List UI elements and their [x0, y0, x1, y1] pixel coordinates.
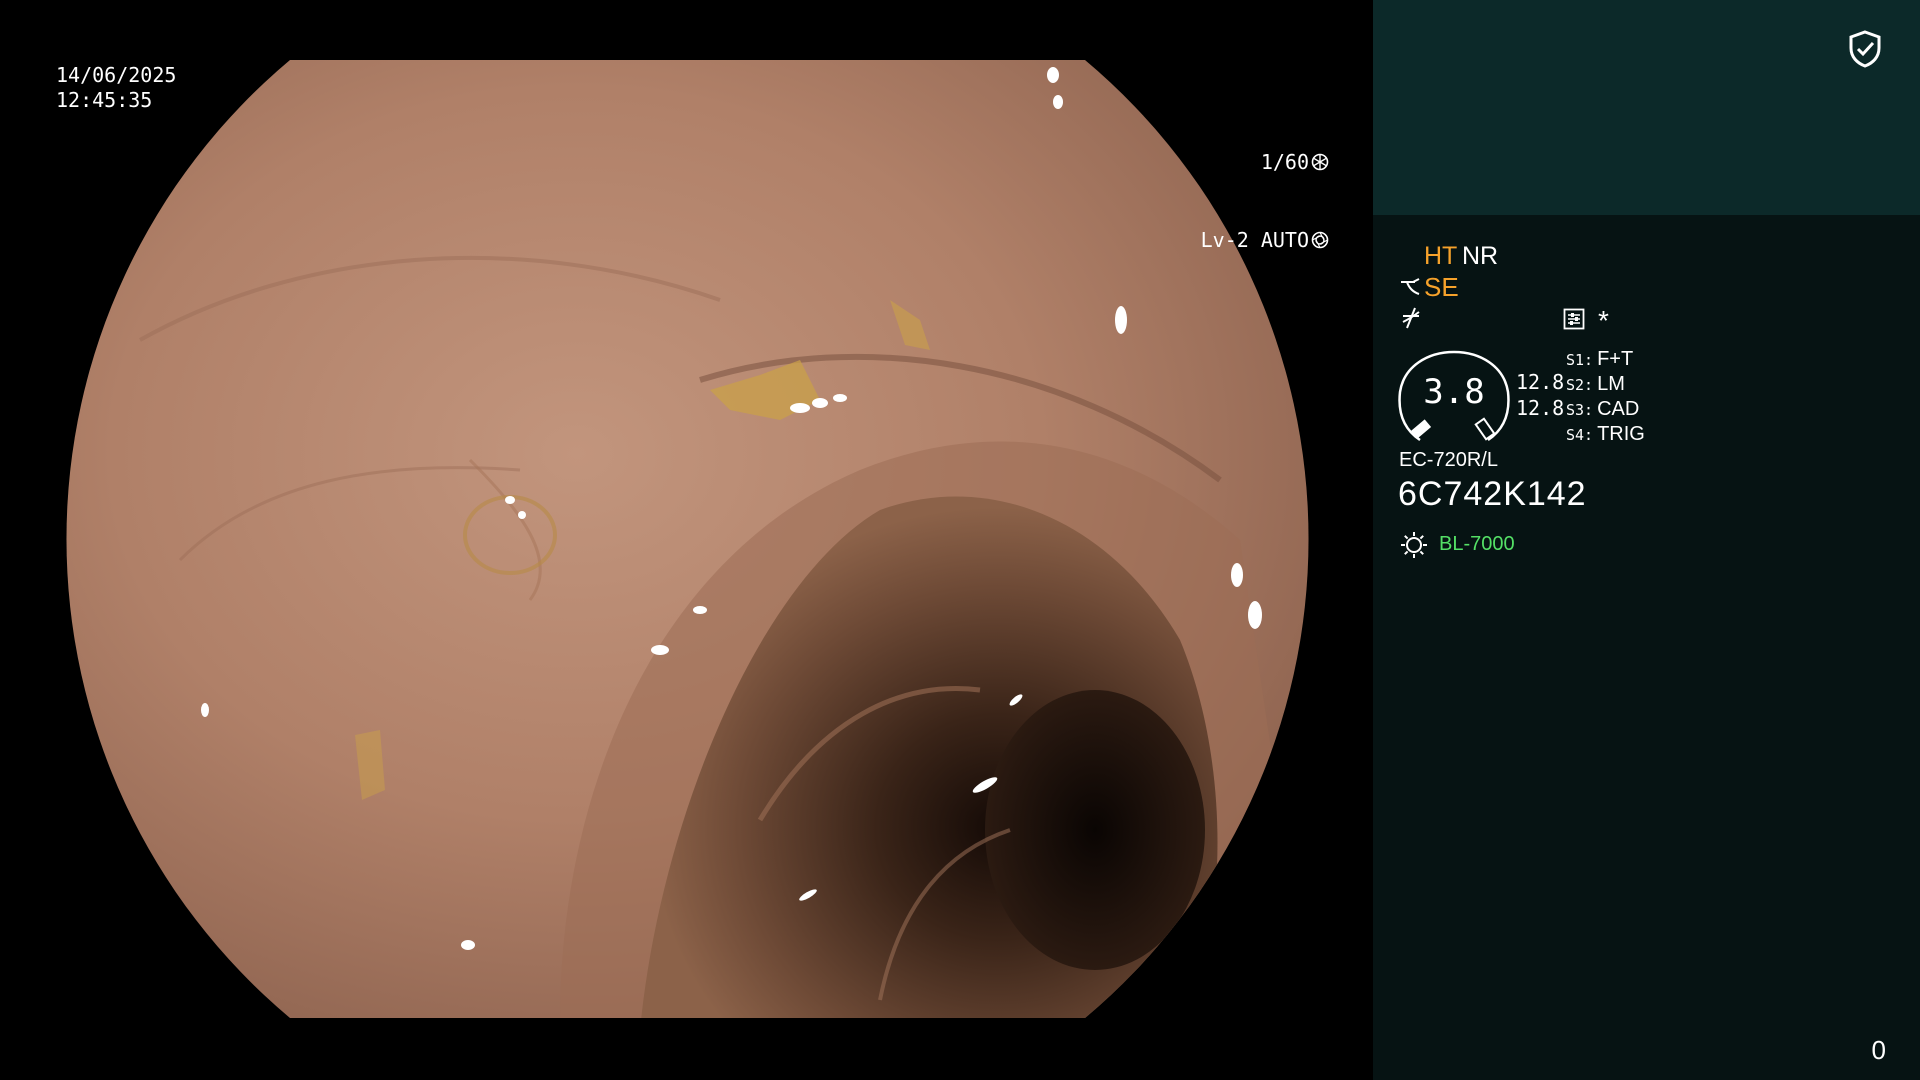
switch-value: TRIG	[1597, 423, 1645, 445]
switch-row-s4: S4: TRIG	[1566, 423, 1645, 448]
scope-serial: 6C742K142	[1398, 475, 1587, 513]
switch-row-s3: S3: CAD	[1566, 398, 1645, 423]
ht-label: HT	[1424, 242, 1458, 270]
aperture-icon	[1311, 153, 1329, 171]
se-label: SE	[1424, 272, 1459, 302]
switch-key: S4:	[1566, 426, 1594, 444]
switch-row-s2: S2: LM	[1566, 373, 1645, 398]
structure-enhance-icon	[1401, 278, 1420, 295]
info-panel: HT NR SE * 3.8 12.8 12.8 S1: F+T S2: LM S3…	[1373, 0, 1920, 1080]
exposure-mode-text: Lv-2 AUTO	[1200, 227, 1309, 252]
switch-row-s1: S1: F+T	[1566, 348, 1645, 373]
switch-key: S3:	[1566, 401, 1594, 419]
switch-value: F+T	[1597, 348, 1634, 370]
endoscope-live-image	[66, 60, 1309, 1018]
time-text: 12:45:35	[56, 88, 153, 112]
switch-key: S2:	[1566, 376, 1594, 394]
switch-value: CAD	[1597, 398, 1640, 420]
sun-icon	[1401, 532, 1427, 558]
side-value-2: 12.8	[1516, 396, 1565, 420]
image-counter: 0	[1871, 1035, 1886, 1065]
light-source-label: BL-7000	[1439, 533, 1515, 555]
iris-icon	[1311, 231, 1329, 249]
gauge-value: 3.8	[1423, 372, 1485, 412]
shield-check-icon[interactable]	[1848, 30, 1882, 68]
exposure-overlay: 1/60 Lv-2 AUTO	[1201, 98, 1329, 304]
switch-key: S1:	[1566, 351, 1594, 369]
switch-value: LM	[1597, 373, 1625, 395]
endoscope-video-area: 14/06/2025 12:45:35 1/60 Lv-2 AUTO	[0, 0, 1373, 1080]
scope-model: EC-720R/L	[1399, 449, 1498, 471]
star-marker: *	[1598, 305, 1609, 336]
settings-icon[interactable]	[1563, 308, 1585, 330]
side-value-1: 12.8	[1516, 370, 1565, 394]
panel-header-area	[1373, 0, 1920, 215]
scope-switch-list: S1: F+T S2: LM S3: CAD S4: TRIG	[1566, 348, 1645, 448]
date-text: 14/06/2025	[56, 63, 177, 87]
not-equal-icon	[1402, 307, 1420, 329]
nr-label: NR	[1462, 242, 1499, 270]
datetime-overlay: 14/06/2025 12:45:35	[56, 63, 176, 113]
shutter-text: 1/60	[1260, 149, 1309, 174]
